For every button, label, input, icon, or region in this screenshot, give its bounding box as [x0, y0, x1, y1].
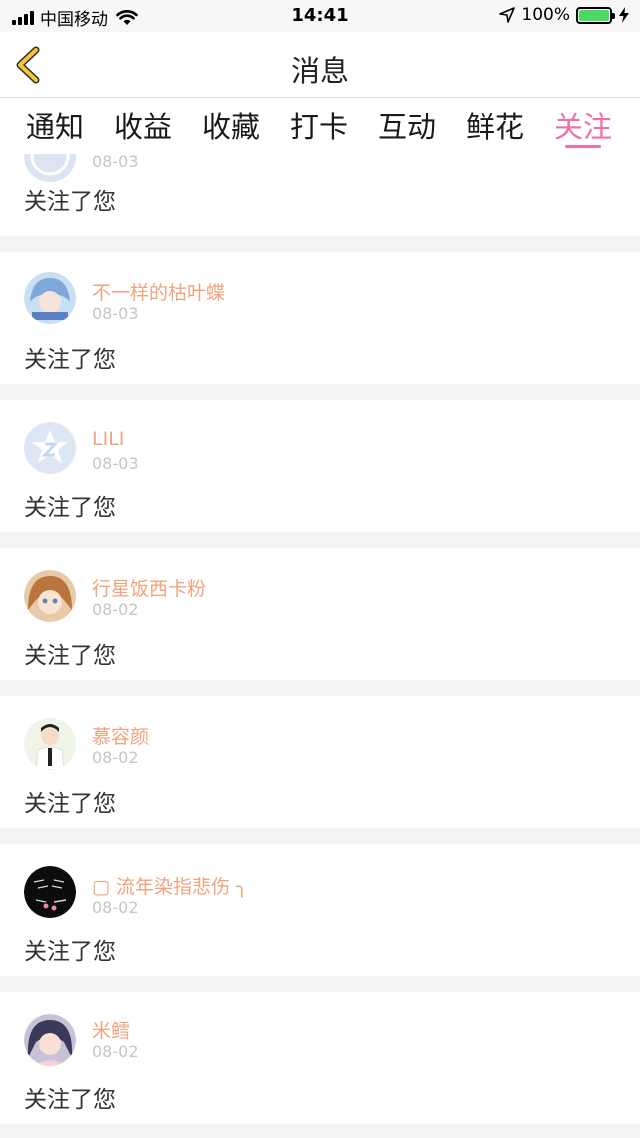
notification-message: 关注了您 — [24, 643, 116, 669]
avatar[interactable] — [24, 422, 76, 474]
notification-message: 关注了您 — [24, 791, 116, 817]
notification-date: 08-02 — [92, 898, 139, 917]
battery-percent: 100% — [521, 5, 570, 25]
avatar[interactable] — [24, 570, 76, 622]
username[interactable]: 行星饭西卡粉 — [92, 574, 206, 601]
notification-date: 08-02 — [92, 1042, 139, 1061]
notification-date: 08-03 — [92, 304, 139, 323]
notification-message: 关注了您 — [24, 495, 116, 521]
battery-icon — [576, 6, 615, 24]
tab-earnings[interactable]: 收益 — [114, 104, 172, 146]
active-tab-indicator — [565, 145, 601, 148]
notification-message: 关注了您 — [24, 347, 116, 373]
avatar[interactable] — [24, 718, 76, 770]
username[interactable]: 不一样的枯叶蝶 — [92, 278, 225, 305]
avatar[interactable] — [24, 1014, 76, 1066]
notification-list: 08-03 关注了您 不一样的枯叶蝶 08-03 关注了您 LILI 08-03 — [0, 154, 640, 1138]
notification-card[interactable]: 米鳕 08-02 关注了您 — [0, 992, 640, 1124]
username[interactable]: ▢ 流年染指悲伤 ╮ — [92, 872, 247, 899]
nav-bar: 消息 — [0, 32, 640, 98]
notification-card[interactable]: 行星饭西卡粉 08-02 关注了您 — [0, 548, 640, 680]
charging-bolt-icon — [619, 7, 629, 23]
notification-card[interactable]: 08-03 关注了您 — [0, 154, 640, 236]
tab-follow[interactable]: 关注 — [554, 104, 612, 146]
avatar[interactable] — [24, 866, 76, 918]
notification-date: 08-03 — [92, 454, 139, 473]
notification-card[interactable]: LILI 08-03 关注了您 — [0, 400, 640, 532]
avatar[interactable] — [24, 154, 76, 182]
tab-favorites[interactable]: 收藏 — [202, 104, 260, 146]
notification-message: 关注了您 — [24, 939, 116, 965]
notification-card[interactable]: ▢ 流年染指悲伤 ╮ 08-02 关注了您 — [0, 844, 640, 976]
notification-message: 关注了您 — [24, 189, 116, 215]
username[interactable]: 慕容颜 — [92, 722, 149, 749]
tab-bar: 通知 收益 收藏 打卡 互动 鲜花 关注 — [0, 98, 640, 154]
username[interactable]: 米鳕 — [92, 1016, 130, 1043]
notification-date: 08-02 — [92, 600, 139, 619]
tab-notice[interactable]: 通知 — [26, 104, 84, 146]
location-arrow-icon — [499, 7, 516, 23]
tab-interaction[interactable]: 互动 — [378, 104, 436, 146]
avatar[interactable] — [24, 272, 76, 324]
tab-flowers[interactable]: 鲜花 — [466, 104, 524, 146]
notification-message: 关注了您 — [24, 1087, 116, 1113]
notification-card[interactable]: 慕容颜 08-02 关注了您 — [0, 696, 640, 828]
status-bar: 中国移动 14:41 100% — [0, 0, 640, 32]
notification-date: 08-02 — [92, 748, 139, 767]
username[interactable]: LILI — [92, 428, 124, 450]
status-right: 100% — [499, 5, 630, 25]
page-title: 消息 — [290, 54, 349, 88]
notification-card[interactable]: 不一样的枯叶蝶 08-03 关注了您 — [0, 252, 640, 384]
tab-checkin[interactable]: 打卡 — [290, 104, 348, 146]
notification-date: 08-03 — [92, 154, 139, 171]
